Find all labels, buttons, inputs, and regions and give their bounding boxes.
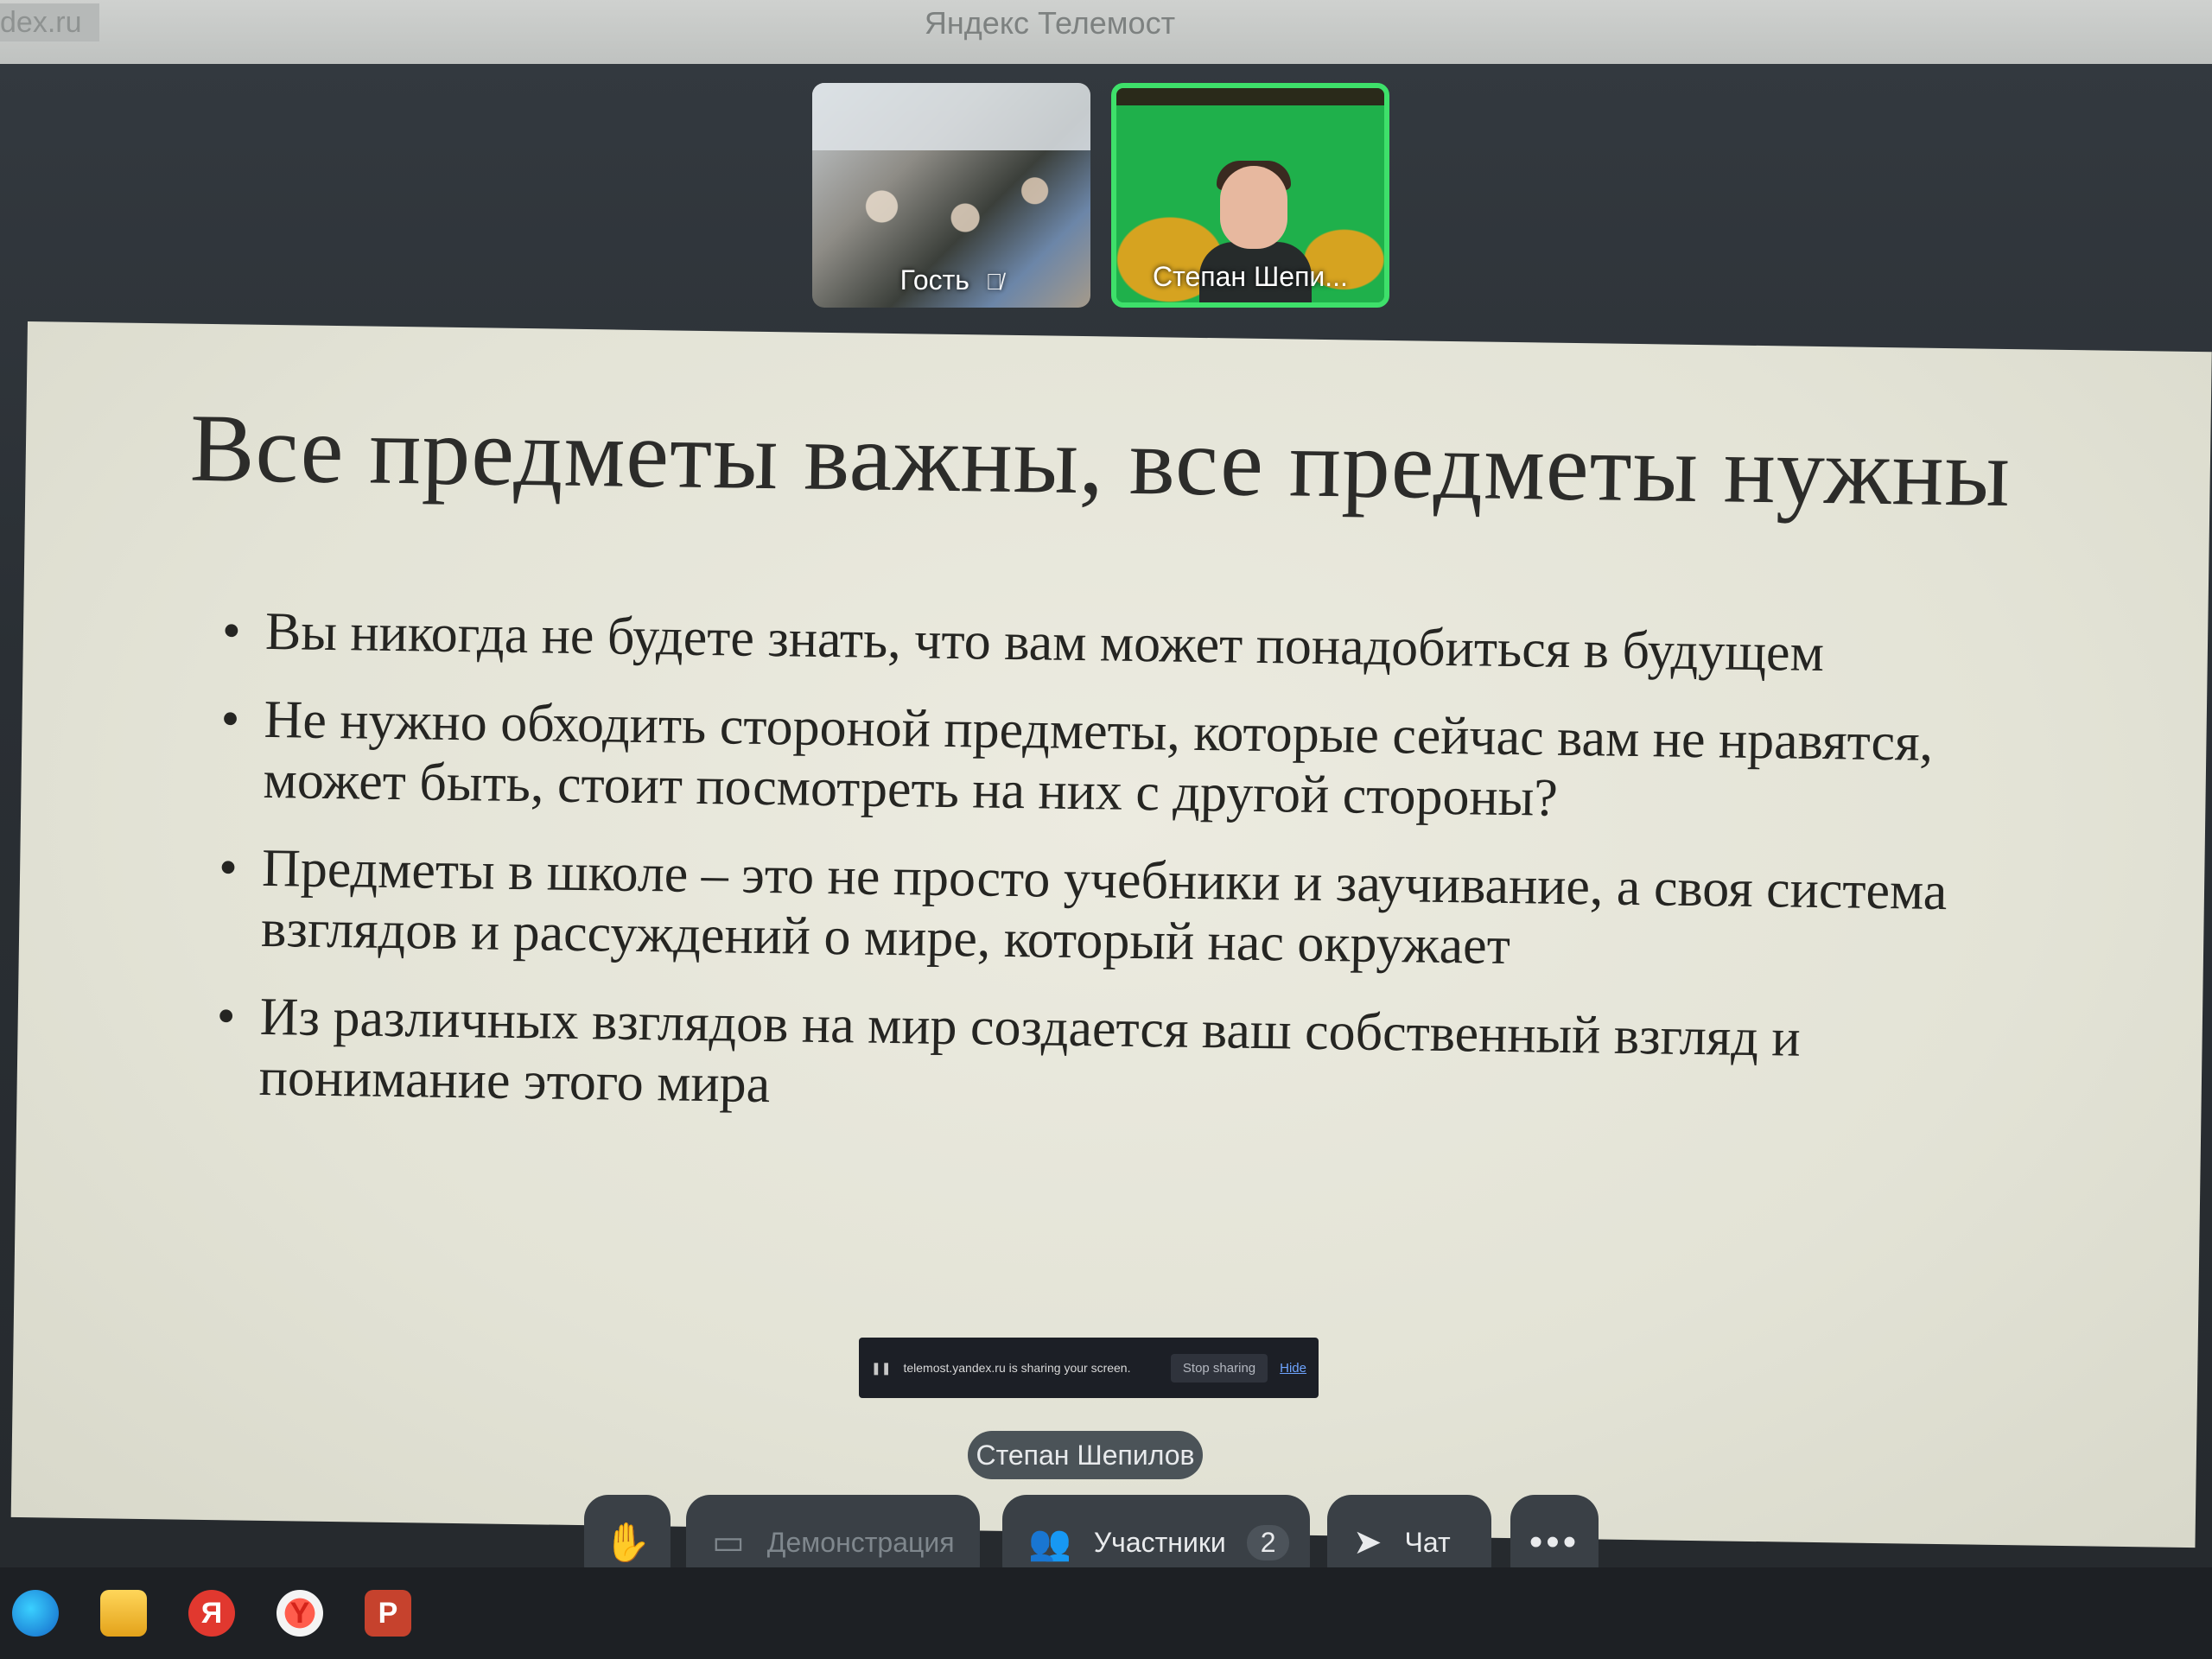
hide-link[interactable]: Hide xyxy=(1280,1361,1306,1376)
stop-sharing-button[interactable]: Stop sharing xyxy=(1170,1353,1268,1382)
slide-bullets: Вы никогда не будете знать, что вам може… xyxy=(215,601,2037,1160)
slide-bullet: Из различных взглядов на мир создается в… xyxy=(215,986,2031,1132)
chat-label: Чат xyxy=(1404,1526,1451,1558)
pause-icon: ❚❚ xyxy=(871,1360,892,1375)
people-icon: 👥 xyxy=(1028,1523,1071,1562)
edge-icon[interactable] xyxy=(12,1590,59,1637)
yandex-browser-icon[interactable]: Y xyxy=(276,1590,323,1637)
file-explorer-icon[interactable] xyxy=(100,1590,147,1637)
slide-title: Все предметы важны, все предметы нужны xyxy=(189,394,2012,528)
slide-bullet: Вы никогда не будете знать, что вам може… xyxy=(222,601,2037,686)
screen-share-notice: ❚❚ telemost.yandex.ru is sharing your sc… xyxy=(859,1338,1319,1398)
window-title: Яндекс Телемост xyxy=(924,5,1176,41)
share-message: telemost.yandex.ru is sharing your scree… xyxy=(903,1361,1131,1375)
raise-hand-icon: ✋ xyxy=(603,1522,652,1564)
participant-name: Степан Шепи... xyxy=(1116,259,1384,294)
presenter-name-chip: Степан Шепилов xyxy=(968,1431,1203,1479)
mic-off-icon: 🎙̸ xyxy=(985,269,1003,295)
more-icon: ••• xyxy=(1529,1521,1580,1563)
window-titlebar: dex.ru Яндекс Телемост xyxy=(0,0,2212,64)
participant-name-text: Степан Шепи... xyxy=(1153,261,1348,292)
yandex-glyph: Я xyxy=(200,1596,223,1630)
slide-bullet: Предметы в школе – это не просто учебник… xyxy=(218,837,2034,983)
participants-label: Участники xyxy=(1093,1526,1226,1558)
stepan-video-face xyxy=(1220,166,1287,249)
ppt-glyph: P xyxy=(378,1596,398,1630)
screen-share-label: Демонстрация xyxy=(766,1526,955,1558)
yandex-icon[interactable]: Я xyxy=(188,1590,235,1637)
participant-name-text: Гость xyxy=(899,264,969,296)
participant-tile-stepan[interactable]: Степан Шепи... xyxy=(1111,83,1389,308)
participants-count-badge: 2 xyxy=(1246,1524,1290,1560)
send-icon: ➤ xyxy=(1353,1523,1382,1561)
slide-bullet: Не нужно обходить стороной предметы, кот… xyxy=(219,689,2036,835)
participant-tile-guest[interactable]: Гость 🎙̸ xyxy=(812,83,1090,308)
participant-name: Гость 🎙̸ xyxy=(812,263,1090,299)
screen-share-icon: ▭ xyxy=(712,1523,745,1561)
powerpoint-icon[interactable]: P xyxy=(365,1590,411,1637)
os-taskbar: Я Y P xyxy=(0,1567,2212,1659)
